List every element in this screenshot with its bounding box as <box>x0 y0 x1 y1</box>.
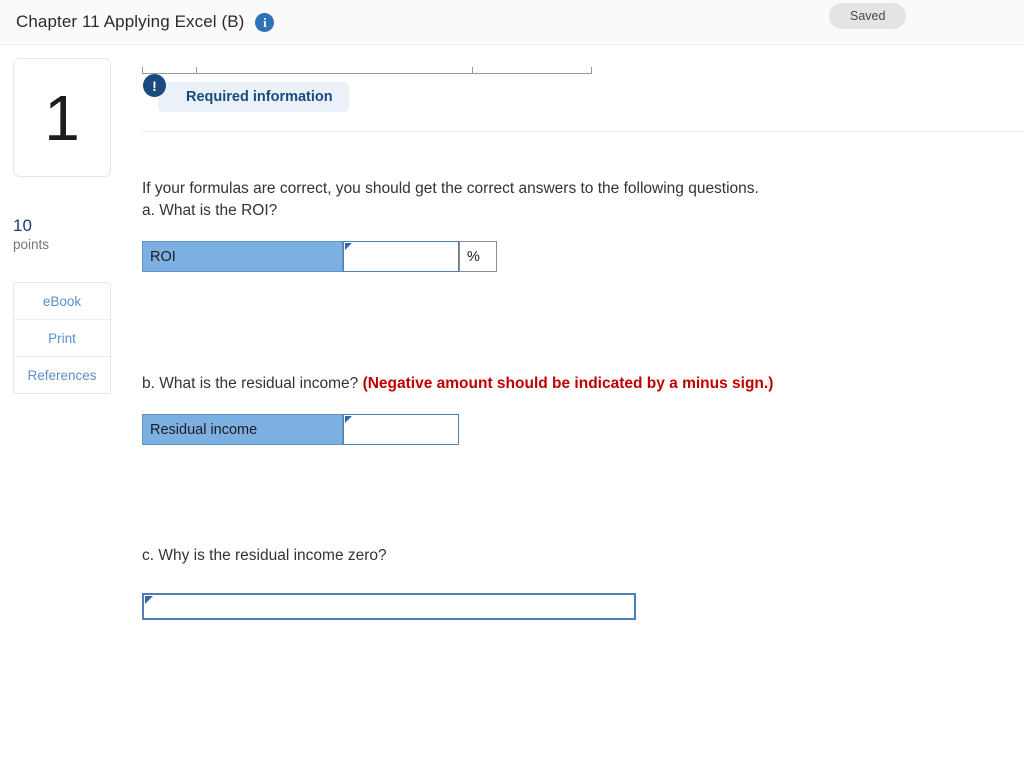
tool-button-group: eBook Print References <box>13 282 111 395</box>
points-label: points <box>13 237 50 253</box>
question-b-label: b. What is the residual income? (Negativ… <box>142 373 1024 395</box>
app-header: Chapter 11 Applying Excel (B) i Saved <box>0 0 1024 45</box>
residual-income-row-label: Residual income <box>142 414 343 445</box>
instructions-text: If your formulas are correct, you should… <box>142 180 759 197</box>
truncated-table-edge <box>142 58 592 74</box>
question-b-warning: (Negative amount should be indicated by … <box>362 375 774 392</box>
table-column-tick <box>142 67 143 74</box>
question-number-card: 1 <box>13 58 111 177</box>
residual-income-input[interactable] <box>343 414 459 445</box>
table-column-tick <box>472 67 473 74</box>
question-content: If your formulas are correct, you should… <box>140 178 1024 620</box>
question-number: 1 <box>44 81 80 154</box>
roi-row-label: ROI <box>142 241 343 272</box>
info-icon[interactable]: i <box>255 12 275 32</box>
body-wrapper: 1 10 points eBook Print References ! Req… <box>0 45 1024 620</box>
required-information-banner: ! Required information <box>143 74 349 112</box>
references-button[interactable]: References <box>14 357 110 394</box>
roi-input[interactable] <box>343 241 459 272</box>
question-b-text: b. What is the residual income? <box>142 375 359 392</box>
roi-answer-row: ROI % <box>142 241 1024 272</box>
status-badge: Saved <box>829 3 907 29</box>
print-button[interactable]: Print <box>14 320 110 358</box>
question-sidebar: 1 10 points eBook Print References <box>0 45 140 395</box>
table-bottom-border <box>142 73 592 74</box>
question-a-label: a. What is the ROI? <box>142 202 278 219</box>
exclamation-icon: ! <box>143 74 166 97</box>
points-value: 10 <box>13 216 32 235</box>
question-c-label: c. Why is the residual income zero? <box>142 547 387 564</box>
ebook-button[interactable]: eBook <box>14 283 110 321</box>
table-column-tick <box>196 67 197 74</box>
section-divider <box>142 131 1024 132</box>
table-column-tick <box>591 67 592 74</box>
page-title: Chapter 11 Applying Excel (B) <box>16 12 245 31</box>
question-main: ! Required information If your formulas … <box>140 45 1024 620</box>
roi-unit-cell: % <box>459 241 497 272</box>
residual-income-answer-row: Residual income <box>142 414 1024 445</box>
required-information-label: Required information <box>186 89 333 105</box>
explanation-input[interactable] <box>142 593 636 620</box>
points-block: 10 points <box>13 215 140 255</box>
